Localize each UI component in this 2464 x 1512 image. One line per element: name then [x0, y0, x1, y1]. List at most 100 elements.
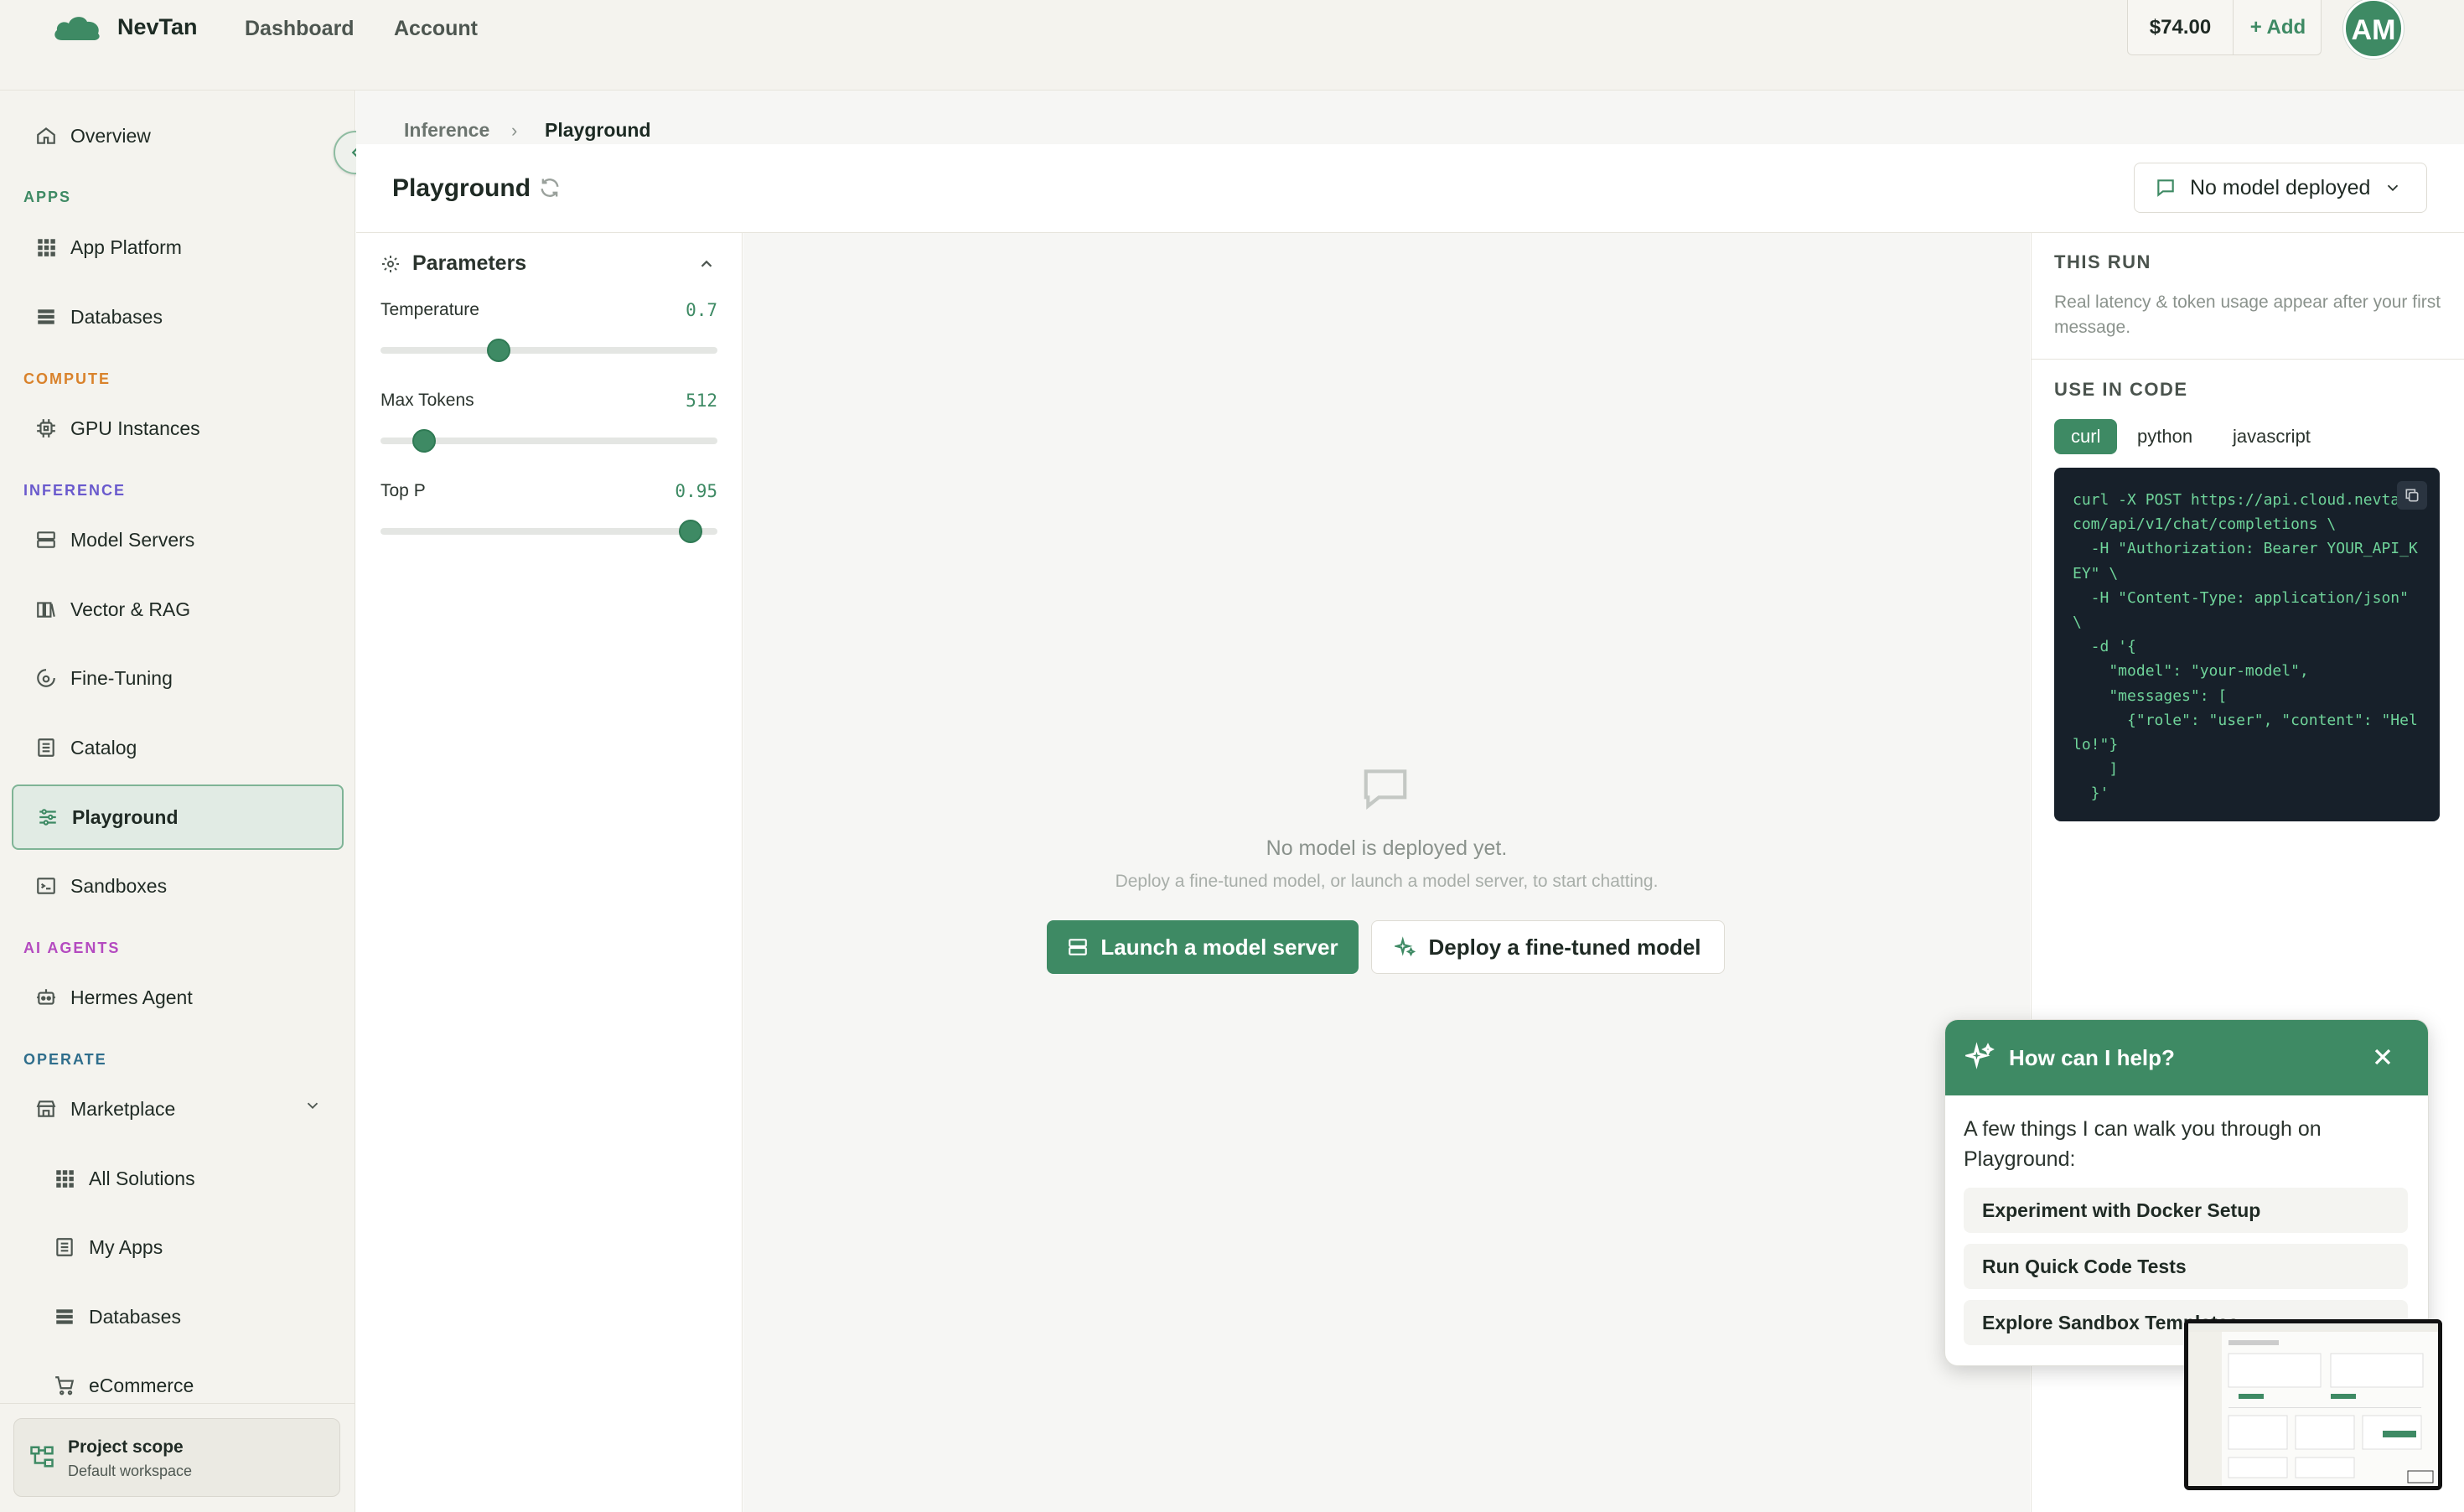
button-label: Deploy a fine-tuned model [1428, 934, 1701, 960]
breadcrumb-separator: › [511, 120, 518, 141]
sidebar-item-fine-tuning[interactable]: Fine-Tuning [12, 645, 344, 711]
sidebar-item-playground[interactable]: Playground [12, 784, 344, 850]
refresh-icon[interactable] [538, 176, 562, 199]
sidebar-item-label: Databases [70, 305, 163, 328]
sidebar-item-databases[interactable]: Databases [12, 284, 344, 350]
sidebar-item-label: Databases [89, 1305, 181, 1328]
sidebar-item-app-platform[interactable]: App Platform [12, 215, 344, 280]
empty-state-title: No model is deployed yet. [1266, 836, 1508, 860]
sidebar-item-sandboxes[interactable]: Sandboxes [12, 853, 344, 919]
model-select-value: No model deployed [2190, 175, 2371, 199]
sidebar-item-databases-sub[interactable]: Databases [12, 1284, 344, 1349]
chevron-up-icon[interactable] [697, 255, 716, 273]
sidebar-item-model-servers[interactable]: Model Servers [12, 507, 344, 572]
sidebar-item-label: App Platform [70, 236, 182, 258]
deploy-fine-tuned-model-button[interactable]: Deploy a fine-tuned model [1371, 920, 1725, 974]
screenshot-thumbnail[interactable] [2184, 1319, 2442, 1490]
list-icon [52, 1235, 77, 1260]
gear-icon [382, 255, 399, 272]
grid-icon [34, 235, 59, 260]
chevron-down-icon[interactable] [303, 1096, 322, 1115]
chip-icon [34, 416, 59, 441]
sidebar-item-ecommerce[interactable]: eCommerce [12, 1353, 344, 1418]
balance-widget: $74.00 + Add [2127, 0, 2322, 55]
temperature-value: 0.7 [686, 300, 717, 320]
nav-dashboard[interactable]: Dashboard [245, 17, 355, 41]
temperature-slider[interactable] [380, 339, 717, 362]
tab-python[interactable]: python [2120, 419, 2209, 454]
grid-icon [52, 1166, 77, 1191]
cart-icon [52, 1373, 77, 1398]
sidebar-item-label: Playground [72, 805, 179, 828]
max-tokens-slider[interactable] [380, 429, 717, 453]
sliders-icon [35, 805, 60, 830]
nav-account[interactable]: Account [394, 17, 478, 41]
sidebar-item-label: All Solutions [89, 1167, 195, 1189]
sidebar-item-label: Hermes Agent [70, 986, 193, 1008]
project-subtitle: Default workspace [68, 1463, 193, 1479]
balance-amount: $74.00 [2128, 0, 2234, 55]
sidebar-item-catalog[interactable]: Catalog [12, 715, 344, 780]
launch-model-server-button[interactable]: Launch a model server [1047, 920, 1359, 974]
home-icon [34, 123, 59, 148]
section-heading-inference: INFERENCE [23, 482, 127, 499]
sidebar-item-my-apps[interactable]: My Apps [12, 1214, 344, 1280]
top-p-label: Top P [380, 481, 426, 500]
sidebar-item-gpu-instances[interactable]: GPU Instances [12, 396, 344, 461]
sidebar-item-label: Model Servers [70, 528, 195, 551]
brand-name[interactable]: NevTan [117, 14, 198, 40]
thumbnail-preview-image [2188, 1323, 2438, 1486]
top-p-value: 0.95 [675, 481, 717, 501]
sidebar-item-label: Catalog [70, 736, 137, 759]
help-item-docker-setup[interactable]: Experiment with Docker Setup [1964, 1188, 2408, 1233]
project-scope-card[interactable]: Project scope Default workspace [13, 1418, 340, 1497]
button-label: Launch a model server [1100, 934, 1338, 960]
sidebar-item-vector-rag[interactable]: Vector & RAG [12, 577, 344, 642]
section-heading-ai-agents: AI AGENTS [23, 940, 121, 956]
help-popup: How can I help? A few things I can walk … [1944, 1019, 2429, 1366]
sidebar-item-label: Vector & RAG [70, 598, 191, 620]
sidebar-item-label: Marketplace [70, 1097, 176, 1120]
empty-state-subtitle: Deploy a fine-tuned model, or launch a m… [1115, 872, 1659, 891]
sidebar-item-hermes-agent[interactable]: Hermes Agent [12, 965, 344, 1030]
help-item-code-tests[interactable]: Run Quick Code Tests [1964, 1244, 2408, 1289]
copy-code-button[interactable] [2397, 481, 2427, 510]
tab-curl[interactable]: curl [2054, 419, 2118, 454]
chat-bubble-icon [1364, 769, 1407, 810]
model-select-dropdown[interactable]: No model deployed [2134, 163, 2427, 213]
close-icon[interactable] [2369, 1043, 2396, 1070]
parameters-panel [356, 233, 743, 1512]
temperature-label: Temperature [380, 300, 479, 319]
section-heading-compute: COMPUTE [23, 370, 111, 387]
parameters-title: Parameters [412, 251, 527, 275]
sidebar-item-all-solutions[interactable]: All Solutions [12, 1146, 344, 1211]
user-avatar[interactable]: AM [2343, 0, 2404, 59]
tab-javascript[interactable]: javascript [2216, 419, 2327, 454]
max-tokens-value: 512 [686, 391, 717, 411]
use-in-code-heading: USE IN CODE [2054, 379, 2188, 400]
top-p-slider[interactable] [380, 520, 717, 543]
help-popup-title: How can I help? [2009, 1045, 2175, 1070]
terminal-icon [34, 873, 59, 898]
robot-icon [34, 985, 59, 1010]
sidebar-item-marketplace[interactable]: Marketplace [12, 1076, 344, 1142]
sidebar-item-label: GPU Instances [70, 417, 200, 439]
copy-icon [2405, 489, 2419, 502]
this-run-heading: THIS RUN [2054, 251, 2151, 272]
parameters-header[interactable]: Parameters [380, 251, 526, 276]
add-funds-button[interactable]: + Add [2234, 0, 2322, 55]
sidebar-item-overview[interactable]: Overview [12, 103, 344, 168]
sidebar-divider [0, 1403, 355, 1404]
page-title: Playground [392, 174, 531, 202]
top-p-slider-thumb[interactable] [678, 520, 702, 543]
code-snippet[interactable]: curl -X POST https://api.cloud.nevta com… [2054, 468, 2440, 821]
this-run-description: Real latency & token usage appear after … [2054, 293, 2441, 337]
section-heading-apps: APPS [23, 189, 72, 205]
right-panel-divider [2031, 359, 2464, 360]
sidebar-item-label: Overview [70, 124, 151, 147]
temperature-slider-thumb[interactable] [486, 339, 510, 362]
cloud-logo-icon[interactable] [52, 12, 102, 42]
catalog-icon [34, 735, 59, 760]
sparkle-icon [1965, 1042, 1995, 1069]
breadcrumb-inference[interactable]: Inference [404, 119, 489, 142]
